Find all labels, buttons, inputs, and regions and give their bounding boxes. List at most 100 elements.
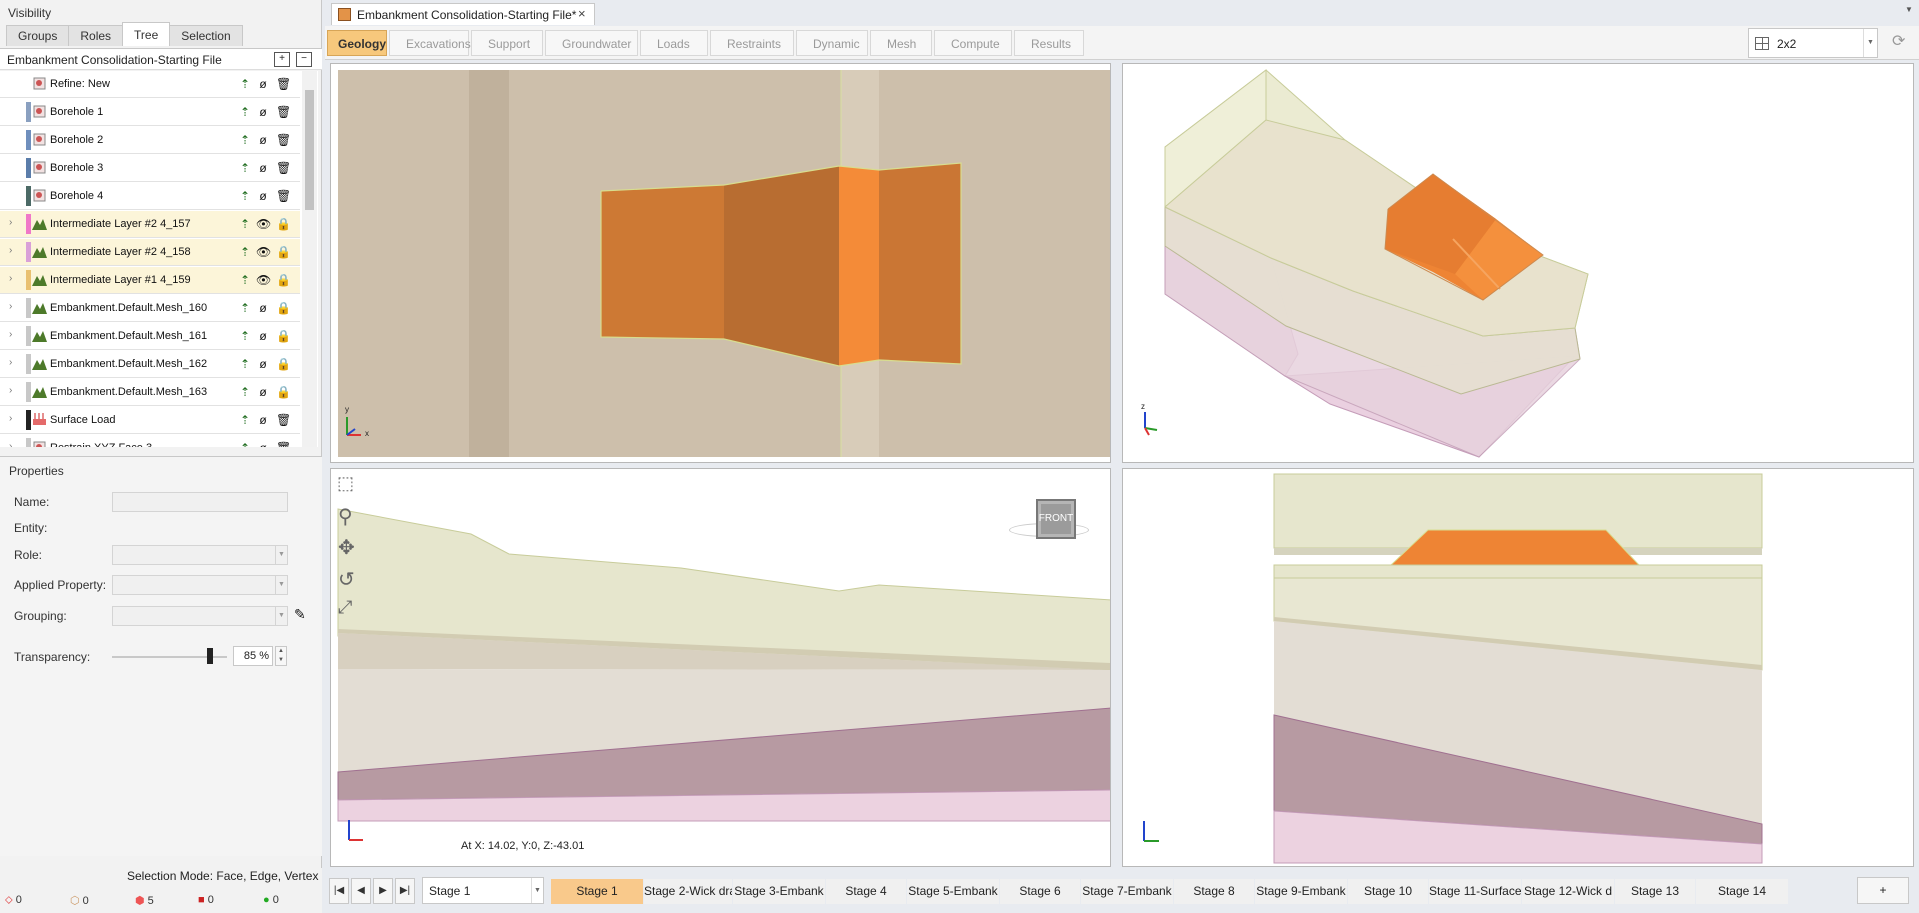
role-select[interactable]: ▼ — [112, 545, 288, 565]
trash-icon[interactable]: 🗑 — [276, 104, 291, 120]
chevron-right-icon[interactable]: › — [9, 441, 12, 447]
stage-tab[interactable]: Stage 10 — [1348, 879, 1428, 904]
trash-icon[interactable]: 🗑 — [276, 188, 291, 204]
stage-tab[interactable]: Stage 6 — [1000, 879, 1080, 904]
tree-item[interactable]: › Surface Load ⇡ ø 🗑 — [0, 407, 300, 434]
tab-roles[interactable]: Roles — [68, 25, 124, 46]
lock-icon[interactable]: 🔒 — [276, 216, 291, 232]
eye-hidden-icon[interactable]: ø — [256, 300, 270, 316]
refresh-icon[interactable]: ⟳ — [1892, 31, 1905, 51]
move-up-icon[interactable]: ⇡ — [238, 328, 252, 344]
chevron-right-icon[interactable]: › — [9, 385, 12, 396]
stage-tab[interactable]: Stage 14 — [1696, 879, 1788, 904]
lock-icon[interactable]: 🔒 — [276, 356, 291, 372]
transparency-value[interactable]: 85 % — [233, 646, 273, 666]
move-up-icon[interactable]: ⇡ — [238, 300, 252, 316]
add-stage-button[interactable]: + — [1857, 877, 1909, 904]
eye-icon[interactable]: 👁 — [256, 272, 271, 288]
move-up-icon[interactable]: ⇡ — [238, 412, 252, 428]
document-tab[interactable]: Embankment Consolidation-Starting File* … — [331, 3, 595, 25]
tree-item[interactable]: Borehole 4 ⇡ ø 🗑 — [0, 183, 300, 210]
move-up-icon[interactable]: ⇡ — [238, 356, 252, 372]
fit-view-icon[interactable]: ⤢ — [338, 597, 352, 618]
expand-all-icon[interactable]: + — [274, 52, 290, 67]
tree-item[interactable]: Refine: New ⇡ ø 🗑 — [0, 71, 300, 98]
tree-scroll-thumb[interactable] — [305, 90, 314, 210]
eye-icon[interactable]: 👁 — [256, 244, 271, 260]
stage-tab[interactable]: Stage 13 — [1615, 879, 1695, 904]
pan-icon[interactable]: ✥ — [338, 535, 355, 560]
zoom-icon[interactable]: ⚲ — [338, 504, 353, 529]
workflow-tab-groundwater[interactable]: Groundwater — [545, 30, 638, 56]
transparency-slider-thumb[interactable] — [206, 648, 213, 664]
eye-hidden-icon[interactable]: ø — [256, 188, 270, 204]
prev-stage-button[interactable]: ◀ — [351, 878, 371, 904]
tree-item[interactable]: › Intermediate Layer #2 4_158 ⇡ 👁 🔒 — [0, 239, 300, 266]
trash-icon[interactable]: 🗑 — [276, 412, 291, 428]
lock-icon[interactable]: 🔒 — [276, 300, 291, 316]
next-stage-button[interactable]: ▶ — [373, 878, 393, 904]
stage-select[interactable]: Stage 1 ▼ — [422, 877, 544, 904]
move-up-icon[interactable]: ⇡ — [238, 132, 252, 148]
close-tab-icon[interactable]: × — [578, 6, 586, 21]
stage-tab[interactable]: Stage 3-Embank — [733, 879, 825, 904]
trash-icon[interactable]: 🗑 — [276, 76, 291, 92]
move-up-icon[interactable]: ⇡ — [238, 272, 252, 288]
move-up-icon[interactable]: ⇡ — [238, 76, 252, 92]
tree-item[interactable]: › Restrain XYZ Face 3 ⇡ ø 🗑 — [0, 435, 300, 447]
workflow-tab-support[interactable]: Support — [471, 30, 543, 56]
viewport-front[interactable]: ⬚ ⚲ ✥ ↺ ⤢ FRONT At X: 14.02, Y:0, Z:-43.… — [330, 468, 1111, 867]
stage-tab[interactable]: Stage 2-Wick dra — [644, 879, 732, 904]
chevron-right-icon[interactable]: › — [9, 273, 12, 284]
workflow-tab-mesh[interactable]: Mesh — [870, 30, 932, 56]
eye-hidden-icon[interactable]: ø — [256, 160, 270, 176]
stage-tab[interactable]: Stage 9-Embank — [1255, 879, 1347, 904]
tab-selection[interactable]: Selection — [169, 25, 243, 46]
chevron-right-icon[interactable]: › — [9, 357, 12, 368]
move-up-icon[interactable]: ⇡ — [238, 440, 252, 447]
tree-item[interactable]: › Embankment.Default.Mesh_162 ⇡ ø 🔒 — [0, 351, 300, 378]
stage-tab[interactable]: Stage 4 — [826, 879, 906, 904]
lock-icon[interactable]: 🔒 — [276, 384, 291, 400]
tree-item[interactable]: › Intermediate Layer #1 4_159 ⇡ 👁 🔒 — [0, 267, 300, 294]
viewport-top[interactable]: x y — [330, 63, 1111, 463]
lock-icon[interactable]: 🔒 — [276, 272, 291, 288]
lock-icon[interactable]: 🔒 — [276, 244, 291, 260]
move-up-icon[interactable]: ⇡ — [238, 104, 252, 120]
rotate-icon[interactable]: ↺ — [338, 567, 355, 592]
applied-property-select[interactable]: ▼ — [112, 575, 288, 595]
stage-tab[interactable]: Stage 8 — [1174, 879, 1254, 904]
viewport-side[interactable] — [1122, 468, 1914, 867]
stage-tab[interactable]: Stage 1 — [551, 879, 643, 904]
tree-item[interactable]: › Embankment.Default.Mesh_163 ⇡ ø 🔒 — [0, 379, 300, 406]
workflow-tab-dynamic[interactable]: Dynamic — [796, 30, 868, 56]
stage-tab[interactable]: Stage 5-Embank — [907, 879, 999, 904]
view-cube[interactable]: FRONT — [1036, 499, 1076, 539]
last-stage-button[interactable]: ▶| — [395, 878, 415, 904]
eye-hidden-icon[interactable]: ø — [256, 132, 270, 148]
eye-hidden-icon[interactable]: ø — [256, 412, 270, 428]
lock-icon[interactable]: 🔒 — [276, 328, 291, 344]
move-up-icon[interactable]: ⇡ — [238, 188, 252, 204]
zoom-window-icon[interactable]: ⬚ — [337, 473, 354, 494]
tree-item[interactable]: › Embankment.Default.Mesh_161 ⇡ ø 🔒 — [0, 323, 300, 350]
grouping-select[interactable]: ▼ — [112, 606, 288, 626]
eye-hidden-icon[interactable]: ø — [256, 356, 270, 372]
workflow-tab-restraints[interactable]: Restraints — [710, 30, 794, 56]
workflow-tab-results[interactable]: Results — [1014, 30, 1084, 56]
stage-tab[interactable]: Stage 11-Surface — [1429, 879, 1521, 904]
first-stage-button[interactable]: |◀ — [329, 878, 349, 904]
workflow-tab-geology[interactable]: Geology — [327, 30, 387, 56]
eye-hidden-icon[interactable]: ø — [256, 76, 270, 92]
overflow-chevron-icon[interactable]: ▼ — [1905, 5, 1913, 14]
chevron-right-icon[interactable]: › — [9, 413, 12, 424]
workflow-tab-excavations[interactable]: Excavations — [389, 30, 471, 56]
workflow-tab-compute[interactable]: Compute — [934, 30, 1012, 56]
trash-icon[interactable]: 🗑 — [276, 132, 291, 148]
chevron-right-icon[interactable]: › — [9, 217, 12, 228]
edit-pencil-icon[interactable]: ✎ — [294, 606, 306, 623]
tab-groups[interactable]: Groups — [6, 25, 70, 46]
workflow-tab-loads[interactable]: Loads — [640, 30, 708, 56]
transparency-spinner[interactable]: ▲ ▼ — [275, 646, 287, 666]
move-up-icon[interactable]: ⇡ — [238, 160, 252, 176]
